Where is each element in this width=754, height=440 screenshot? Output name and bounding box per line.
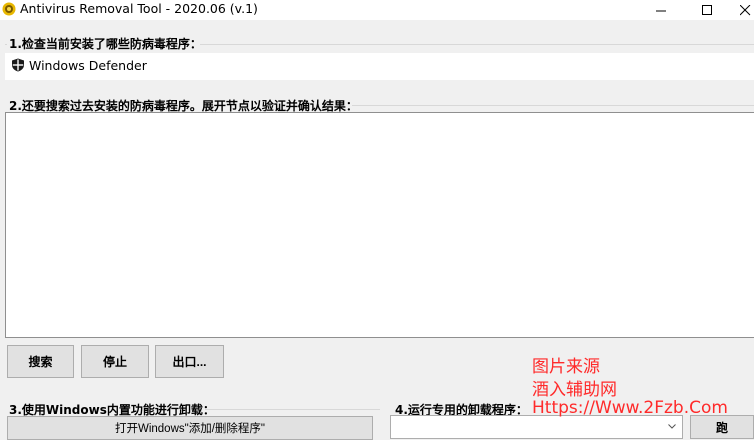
- maximize-icon: [701, 4, 712, 15]
- search-results-tree[interactable]: [5, 112, 754, 338]
- minimize-icon: [655, 10, 666, 11]
- close-icon: [739, 4, 750, 15]
- groupbox-border: [5, 44, 7, 45]
- run-button[interactable]: 跑: [690, 415, 754, 439]
- uninstaller-select[interactable]: [390, 415, 683, 439]
- windows-defender-icon: [12, 58, 24, 72]
- chevron-down-icon: [668, 424, 676, 429]
- title-bar: Antivirus Removal Tool - 2020.06 (v.1): [0, 0, 754, 20]
- search-button[interactable]: 搜索: [7, 345, 74, 378]
- watermark-line2: 酒入辅助网: [532, 380, 617, 400]
- watermark-line1: 图片来源: [532, 357, 600, 377]
- shield-app-icon: [2, 2, 16, 16]
- section1-label: 1.检查当前安装了哪些防病毒程序：: [9, 37, 202, 51]
- export-button[interactable]: 出口...: [155, 345, 224, 378]
- stop-button[interactable]: 停止: [81, 345, 149, 378]
- maximize-button[interactable]: [684, 0, 730, 20]
- groupbox-border: [352, 105, 754, 106]
- groupbox-border: [205, 409, 380, 410]
- close-button[interactable]: [730, 0, 754, 20]
- watermark-line3: Https://Www.2Fzb.Com: [532, 398, 728, 418]
- installed-item-label: Windows Defender: [29, 57, 147, 73]
- groupbox-border: [200, 44, 754, 45]
- minimize-button[interactable]: [638, 0, 684, 20]
- open-add-remove-programs-button[interactable]: 打开Windows"添加/删除程序": [7, 416, 373, 440]
- installed-item-windows-defender: Windows Defender: [11, 57, 147, 73]
- window-title: Antivirus Removal Tool - 2020.06 (v.1): [20, 1, 258, 16]
